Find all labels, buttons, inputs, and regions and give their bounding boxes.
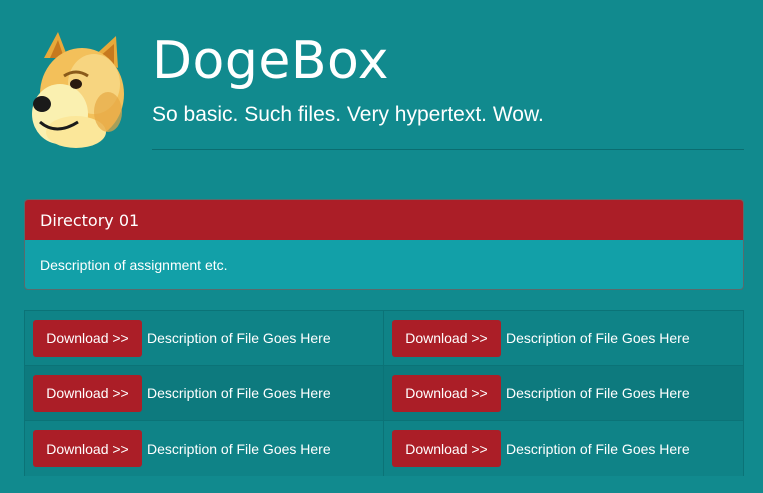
download-button[interactable]: Download >>	[392, 319, 501, 357]
panel-heading: Directory 01	[25, 200, 743, 240]
page-title: DogeBox	[152, 31, 390, 91]
download-button[interactable]: Download >>	[392, 374, 501, 412]
file-description: Description of File Goes Here	[147, 330, 331, 346]
file-description: Description of File Goes Here	[147, 385, 331, 401]
file-description: Description of File Goes Here	[506, 440, 690, 457]
file-table: Download >> Description of File Goes Her…	[24, 310, 744, 476]
file-description: Description of File Goes Here	[506, 385, 690, 401]
download-button[interactable]: Download >>	[392, 430, 501, 467]
page: DogeBox So basic. Such files. Very hyper…	[0, 0, 763, 493]
download-button[interactable]: Download >>	[33, 374, 142, 412]
file-cell: Download >> Description of File Goes Her…	[384, 311, 743, 366]
header-divider	[152, 149, 744, 150]
directory-panel: Directory 01 Description of assignment e…	[24, 199, 744, 290]
file-cell: Download >> Description of File Goes Her…	[384, 366, 743, 421]
download-button[interactable]: Download >>	[33, 430, 142, 467]
file-cell: Download >> Description of File Goes Her…	[384, 421, 743, 476]
doge-icon	[32, 32, 124, 148]
file-description: Description of File Goes Here	[147, 440, 331, 457]
file-description: Description of File Goes Here	[506, 330, 690, 346]
file-cell: Download >> Description of File Goes Her…	[25, 311, 384, 366]
page-subtitle: So basic. Such files. Very hypertext. Wo…	[152, 103, 544, 126]
file-cell: Download >> Description of File Goes Her…	[25, 366, 384, 421]
file-cell: Download >> Description of File Goes Her…	[25, 421, 384, 476]
download-button[interactable]: Download >>	[33, 319, 142, 357]
panel-description: Description of assignment etc.	[40, 257, 228, 273]
